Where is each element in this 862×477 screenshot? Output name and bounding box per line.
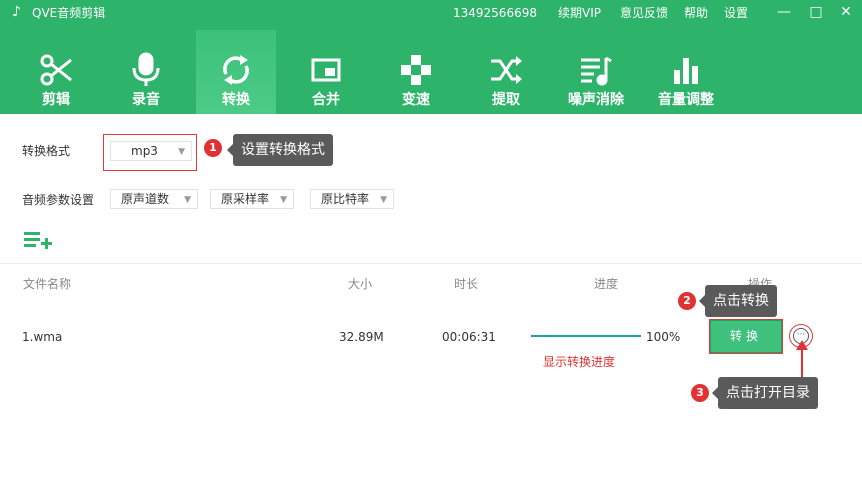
col-duration-header: 时长 [454, 277, 479, 291]
sample-rate-value: 原采样率 [221, 192, 270, 206]
col-size-header: 大小 [348, 277, 373, 291]
tool-label: 转换 [222, 92, 250, 108]
tool-cut[interactable]: 剪辑 [16, 30, 96, 114]
phone-number: 13492566698 [453, 6, 537, 20]
settings-link[interactable]: 设置 [724, 6, 748, 20]
format-label: 转换格式 [22, 144, 71, 158]
dropdown-arrow-icon: ▼ [184, 195, 191, 205]
tool-label: 音量调整 [658, 92, 714, 108]
tool-merge[interactable]: 合并 [286, 30, 366, 114]
feedback-link[interactable]: 意见反馈 [620, 6, 668, 20]
format-select[interactable]: mp3 ▼ [110, 141, 192, 161]
tool-noise[interactable]: 噪声消除 [556, 30, 636, 114]
dropdown-arrow-icon: ▼ [178, 147, 185, 157]
params-label: 音频参数设置 [22, 193, 95, 207]
file-name: 1.wma [22, 330, 63, 344]
dropdown-arrow-icon: ▼ [380, 195, 387, 205]
channels-value: 原声道数 [121, 192, 170, 206]
vip-link[interactable]: 续期VIP [558, 6, 601, 20]
music-note-icon: ♪ [12, 4, 21, 20]
app-title: QVE音频剪辑 [32, 6, 106, 20]
scissors-icon [40, 54, 72, 86]
divider [0, 263, 862, 264]
noise-icon [581, 56, 612, 86]
progress-note: 显示转换进度 [543, 355, 616, 369]
sample-rate-select[interactable]: 原采样率 ▼ [210, 189, 294, 209]
add-file-icon[interactable] [24, 230, 52, 250]
convert-button[interactable]: 转换 [709, 319, 783, 354]
step-2-tooltip: 点击转换 [699, 285, 777, 317]
convert-icon [223, 55, 249, 85]
main-toolbar: 剪辑 录音 转换 合并 变速 提取 噪声消除 音量调整 [0, 30, 862, 114]
format-value: mp3 [131, 144, 158, 158]
progress-bar [531, 335, 641, 337]
merge-icon [311, 58, 341, 82]
tool-label: 提取 [492, 92, 520, 108]
speed-icon [401, 55, 431, 85]
help-link[interactable]: 帮助 [684, 6, 708, 20]
tool-label: 变速 [402, 92, 430, 108]
tool-label: 剪辑 [42, 92, 70, 108]
step-3-badge: 3 [691, 384, 709, 402]
minimize-button[interactable]: — [774, 2, 794, 22]
extract-icon [491, 56, 522, 84]
microphone-icon [132, 52, 160, 86]
close-button[interactable]: ✕ [836, 2, 856, 22]
step-1-badge: 1 [204, 139, 222, 157]
tool-speed[interactable]: 变速 [376, 30, 456, 114]
bitrate-value: 原比特率 [321, 192, 370, 206]
progress-fill [531, 335, 641, 337]
step-1-tooltip: 设置转换格式 [227, 134, 333, 166]
tool-label: 录音 [132, 92, 160, 108]
step-2-badge: 2 [678, 292, 696, 310]
channels-select[interactable]: 原声道数 ▼ [110, 189, 198, 209]
volume-icon [674, 58, 698, 84]
file-size: 32.89M [339, 330, 384, 344]
bitrate-select[interactable]: 原比特率 ▼ [310, 189, 394, 209]
maximize-button[interactable]: □ [806, 2, 826, 22]
col-progress-header: 进度 [594, 277, 619, 291]
tool-convert[interactable]: 转换 [196, 30, 276, 114]
tool-label: 噪声消除 [568, 92, 624, 108]
tool-extract[interactable]: 提取 [466, 30, 546, 114]
dropdown-arrow-icon: ▼ [280, 195, 287, 205]
progress-percent: 100% [646, 330, 681, 344]
title-bar: ♪ QVE音频剪辑 13492566698 续期VIP 意见反馈 帮助 设置 —… [0, 0, 862, 26]
step-3-tooltip: 点击打开目录 [712, 377, 818, 409]
tool-volume[interactable]: 音量调整 [646, 30, 726, 114]
col-name-header: 文件名称 [23, 277, 72, 291]
file-duration: 00:06:31 [442, 330, 496, 344]
tool-record[interactable]: 录音 [106, 30, 186, 114]
app-header: ♪ QVE音频剪辑 13492566698 续期VIP 意见反馈 帮助 设置 —… [0, 0, 862, 114]
tool-label: 合并 [312, 92, 340, 108]
